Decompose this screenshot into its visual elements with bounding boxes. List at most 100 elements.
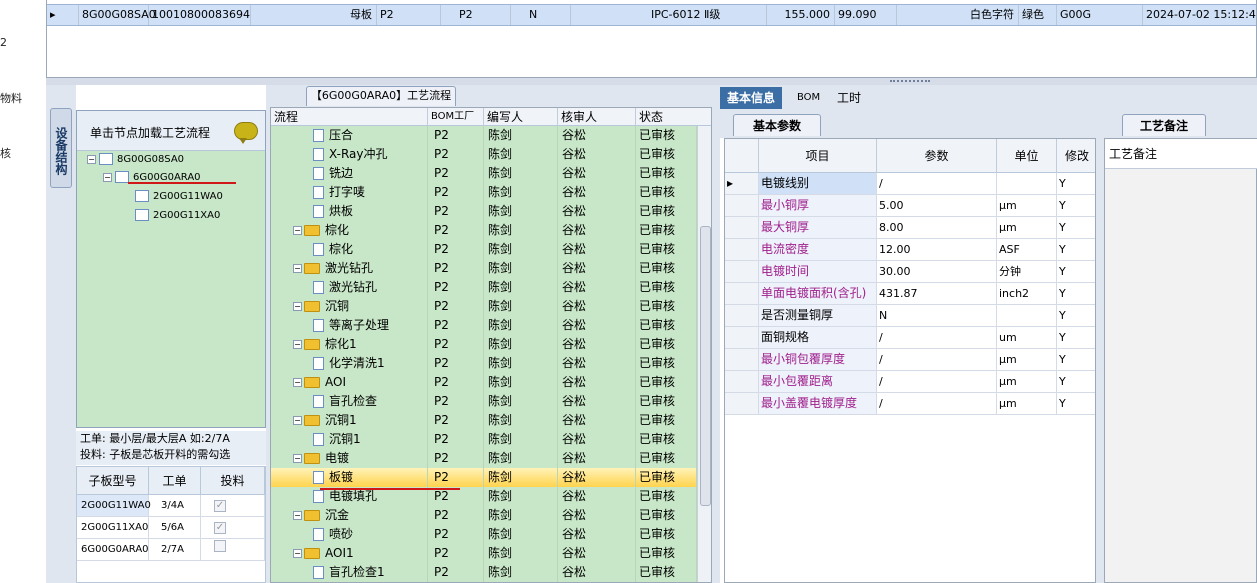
process-writer-cell[interactable]: 陈剑 (484, 164, 558, 183)
process-writer-cell[interactable]: 陈剑 (484, 297, 558, 316)
process-name-cell[interactable]: − 电镀 (271, 449, 428, 468)
sub-board-model[interactable]: 6G00G0ARA0 (77, 539, 149, 561)
param-mod-cell[interactable]: Y (1057, 217, 1095, 238)
process-factory-cell[interactable]: P2 (428, 354, 484, 373)
process-name-cell[interactable]: − 激光钻孔 (271, 259, 428, 278)
param-row[interactable]: ▸ 电镀线别 / Y (725, 173, 1095, 195)
process-status-cell[interactable]: 已审核 (636, 145, 697, 164)
collapse-icon[interactable]: − (293, 454, 302, 463)
process-row[interactable]: 打字唛 P2 陈剑 谷松 已审核 (271, 183, 697, 202)
column-header[interactable]: 子板型号 (77, 467, 149, 495)
process-writer-cell[interactable]: 陈剑 (484, 278, 558, 297)
collapse-icon[interactable]: − (293, 264, 302, 273)
process-row[interactable]: 棕化 P2 陈剑 谷松 已审核 (271, 240, 697, 259)
process-factory-cell[interactable]: P2 (428, 164, 484, 183)
param-value-cell[interactable]: / (877, 349, 997, 370)
row-selector[interactable] (725, 283, 759, 304)
column-header[interactable]: 项目 (759, 139, 877, 173)
process-name-cell[interactable]: 板镀 (271, 468, 428, 487)
param-mod-cell[interactable]: Y (1057, 283, 1095, 304)
collapse-icon[interactable]: − (293, 340, 302, 349)
process-writer-cell[interactable]: 陈剑 (484, 335, 558, 354)
process-row[interactable]: 盲孔检查1 P2 陈剑 谷松 已审核 (271, 563, 697, 582)
param-row[interactable]: 电流密度 12.00 ASF Y (725, 239, 1095, 261)
param-item-cell[interactable]: 最小铜厚 (759, 195, 877, 216)
process-factory-cell[interactable]: P2 (428, 183, 484, 202)
param-row[interactable]: 单面电镀面积(含孔) 431.87 inch2 Y (725, 283, 1095, 305)
param-value-cell[interactable]: / (877, 173, 997, 194)
param-unit-cell[interactable] (997, 173, 1057, 194)
row-selector[interactable] (725, 239, 759, 260)
process-status-cell[interactable]: 已审核 (636, 297, 697, 316)
param-row[interactable]: 最小包覆距离 / μm Y (725, 371, 1095, 393)
scroll-thumb[interactable] (700, 226, 711, 506)
param-value-cell[interactable]: 5.00 (877, 195, 997, 216)
collapse-icon[interactable]: − (293, 416, 302, 425)
process-status-cell[interactable]: 已审核 (636, 392, 697, 411)
process-reviewer-cell[interactable]: 谷松 (558, 354, 636, 373)
param-mod-cell[interactable]: Y (1057, 349, 1095, 370)
process-name-cell[interactable]: 激光钻孔 (271, 278, 428, 297)
horizontal-splitter[interactable] (46, 78, 1257, 85)
column-header[interactable]: 核审人 (558, 108, 636, 126)
process-row[interactable]: − 激光钻孔 P2 陈剑 谷松 已审核 (271, 259, 697, 278)
param-value-cell[interactable]: 30.00 (877, 261, 997, 282)
process-writer-cell[interactable]: 陈剑 (484, 544, 558, 563)
sub-board-order[interactable]: 5/6A (149, 517, 201, 539)
process-reviewer-cell[interactable]: 谷松 (558, 126, 636, 145)
tree-node[interactable]: −6G00G0ARA0 (103, 169, 201, 187)
process-writer-cell[interactable]: 陈剑 (484, 221, 558, 240)
collapse-icon[interactable]: − (103, 172, 112, 182)
process-factory-cell[interactable]: P2 (428, 563, 484, 582)
process-row[interactable]: − 棕化 P2 陈剑 谷松 已审核 (271, 221, 697, 240)
process-row-selected[interactable]: 板镀 P2 陈剑 谷松 已审核 (271, 468, 697, 487)
process-name-cell[interactable]: 化学清洗1 (271, 354, 428, 373)
row-selector[interactable] (725, 305, 759, 326)
row-selector[interactable] (725, 393, 759, 414)
param-unit-cell[interactable]: μm (997, 393, 1057, 414)
order-cell[interactable]: 8G00G08SA0 (79, 5, 156, 25)
process-factory-cell[interactable]: P2 (428, 430, 484, 449)
process-name-cell[interactable]: 棕化 (271, 240, 428, 259)
process-row[interactable]: 喷砂 P2 陈剑 谷松 已审核 (271, 525, 697, 544)
check-icon[interactable] (214, 540, 226, 552)
param-mod-cell[interactable]: Y (1057, 195, 1095, 216)
param-item-cell[interactable]: 是否测量铜厚 (759, 305, 877, 326)
process-name-cell[interactable]: 打字唛 (271, 183, 428, 202)
row-selector[interactable]: ▸ (725, 173, 759, 194)
process-status-cell[interactable]: 已审核 (636, 259, 697, 278)
process-reviewer-cell[interactable]: 谷松 (558, 259, 636, 278)
param-mod-cell[interactable]: Y (1057, 173, 1095, 194)
process-reviewer-cell[interactable]: 谷松 (558, 221, 636, 240)
param-mod-cell[interactable]: Y (1057, 371, 1095, 392)
param-item-cell[interactable]: 面铜规格 (759, 327, 877, 348)
process-status-cell[interactable]: 已审核 (636, 468, 697, 487)
process-writer-cell[interactable]: 陈剑 (484, 259, 558, 278)
order-cell[interactable]: 155.000 (767, 5, 835, 25)
process-reviewer-cell[interactable]: 谷松 (558, 449, 636, 468)
process-row[interactable]: − AOI1 P2 陈剑 谷松 已审核 (271, 544, 697, 563)
process-row[interactable]: X-Ray冲孔 P2 陈剑 谷松 已审核 (271, 145, 697, 164)
process-writer-cell[interactable]: 陈剑 (484, 525, 558, 544)
process-status-cell[interactable]: 已审核 (636, 335, 697, 354)
process-writer-cell[interactable]: 陈剑 (484, 202, 558, 221)
feed-checkbox[interactable]: ✓ (201, 495, 265, 517)
process-factory-cell[interactable]: P2 (428, 335, 484, 354)
param-grid[interactable]: 项目 参数 单位 修改 ▸ 电镀线别 / Y 最小铜厚 5.00 μm Y 最大铜厚 8.00 μm… (724, 138, 1096, 583)
process-row[interactable]: − 沉铜 P2 陈剑 谷松 已审核 (271, 297, 697, 316)
column-header[interactable]: 流程 (271, 108, 428, 126)
process-writer-cell[interactable]: 陈剑 (484, 449, 558, 468)
param-row[interactable]: 最小铜包覆厚度 / μm Y (725, 349, 1095, 371)
process-writer-cell[interactable]: 陈剑 (484, 126, 558, 145)
process-factory-cell[interactable]: P2 (428, 373, 484, 392)
param-unit-cell[interactable]: μm (997, 349, 1057, 370)
process-status-cell[interactable]: 已审核 (636, 278, 697, 297)
process-status-cell[interactable]: 已审核 (636, 563, 697, 582)
param-item-cell[interactable]: 最小盖覆电镀厚度 (759, 393, 877, 414)
process-name-cell[interactable]: 沉铜1 (271, 430, 428, 449)
collapse-icon[interactable]: − (293, 226, 302, 235)
vertical-scrollbar[interactable] (697, 126, 711, 582)
param-unit-cell[interactable]: μm (997, 195, 1057, 216)
process-factory-cell[interactable]: P2 (428, 468, 484, 487)
process-reviewer-cell[interactable]: 谷松 (558, 430, 636, 449)
